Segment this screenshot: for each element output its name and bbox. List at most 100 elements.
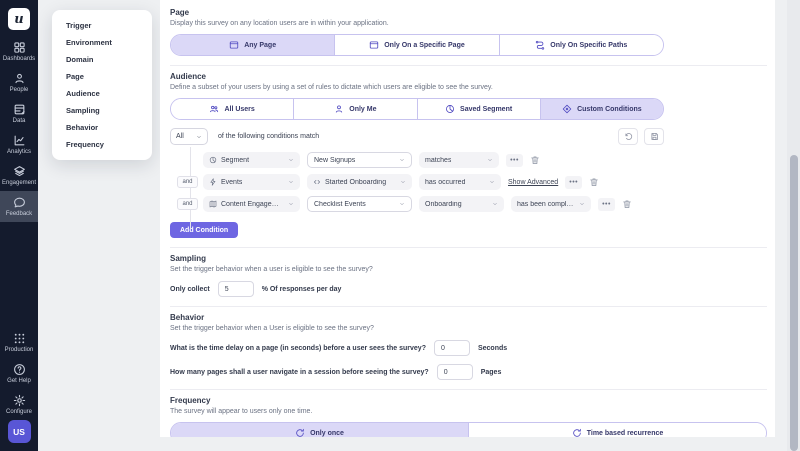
behavior-section-description: Set the trigger behavior when a User is …	[170, 325, 767, 332]
behavior-delay-input[interactable]	[434, 340, 470, 356]
undo-icon	[624, 132, 633, 141]
sidebar-item-people[interactable]: People	[0, 67, 38, 98]
condition-type-dropdown[interactable]: Content Engagement	[203, 196, 300, 212]
behavior-pages-input[interactable]	[437, 364, 473, 380]
browser-window-icon	[229, 40, 239, 50]
tab-label: All Users	[224, 106, 254, 113]
tab-any-page[interactable]: Any Page	[171, 35, 334, 55]
tab-saved-segment[interactable]: Saved Segment	[417, 99, 540, 119]
match-mode-select[interactable]: All	[170, 128, 208, 145]
analytics-chart-icon	[13, 134, 26, 147]
chevron-down-icon	[196, 134, 202, 140]
behavior-pages-unit: Pages	[481, 369, 502, 376]
delete-condition-button[interactable]	[622, 199, 632, 209]
delete-condition-button[interactable]	[530, 155, 540, 165]
sidebar-item-configure[interactable]: Configure	[0, 389, 38, 420]
menu-item-page[interactable]: Page	[52, 68, 152, 85]
condition-field-dropdown[interactable]: Checklist Events	[307, 196, 412, 212]
menu-item-frequency[interactable]: Frequency	[52, 136, 152, 153]
sidebar-item-label: Analytics	[7, 149, 31, 155]
sidebar-item-dashboards[interactable]: Dashboards	[0, 36, 38, 67]
pie-segment-icon	[445, 104, 455, 114]
more-options-button[interactable]: •••	[506, 154, 523, 167]
chevron-down-icon	[288, 179, 294, 185]
help-circle-icon	[13, 363, 26, 376]
condition-type-dropdown[interactable]: Events	[203, 174, 300, 190]
sidebar-item-label: Production	[5, 347, 34, 353]
menu-item-behavior[interactable]: Behavior	[52, 119, 152, 136]
app-logo[interactable]: u	[8, 8, 30, 30]
more-options-button[interactable]: •••	[598, 198, 615, 211]
tab-label: Only On a Specific Page	[384, 42, 465, 49]
tab-only-on-specific-page[interactable]: Only On a Specific Page	[334, 35, 498, 55]
tab-label: Time based recurrence	[587, 430, 664, 437]
sidebar-item-analytics[interactable]: Analytics	[0, 129, 38, 160]
menu-item-environment[interactable]: Environment	[52, 34, 152, 51]
sampling-percent-input[interactable]	[218, 281, 254, 297]
tab-time-based-recurrence[interactable]: Time based recurrence	[468, 423, 766, 437]
more-options-button[interactable]: •••	[565, 176, 582, 189]
tab-label: Custom Conditions	[577, 106, 642, 113]
chevron-down-icon	[489, 179, 495, 185]
tab-only-once[interactable]: Only once	[171, 423, 468, 437]
conditions-builder: All of the following conditions match	[170, 127, 664, 212]
behavior-delay-unit: Seconds	[478, 345, 507, 352]
audience-section-description: Define a subset of your users by using a…	[170, 84, 767, 91]
page-section-title: Page	[170, 8, 767, 17]
add-condition-button[interactable]: Add Condition	[170, 222, 238, 238]
scrollbar-thumb[interactable]	[790, 155, 798, 451]
menu-item-domain[interactable]: Domain	[52, 51, 152, 68]
condition-value-dropdown[interactable]: Onboarding	[419, 196, 504, 212]
condition-field-dropdown[interactable]: New Signups	[307, 152, 412, 168]
sidebar-item-data[interactable]: Data	[0, 98, 38, 129]
save-icon	[650, 132, 659, 141]
single-user-icon	[334, 104, 344, 114]
tab-only-me[interactable]: Only Me	[293, 99, 416, 119]
sampling-section: Sampling Set the trigger behavior when a…	[170, 254, 767, 297]
show-advanced-link[interactable]: Show Advanced	[508, 179, 558, 186]
and-connector-badge: and	[177, 198, 198, 210]
diamond-target-icon	[562, 104, 572, 114]
menu-item-sampling[interactable]: Sampling	[52, 102, 152, 119]
condition-type-dropdown[interactable]: Segment	[203, 152, 300, 168]
sampling-section-description: Set the trigger behavior when a user is …	[170, 266, 767, 273]
condition-operator-dropdown[interactable]: matches	[419, 152, 499, 168]
tab-label: Saved Segment	[460, 106, 512, 113]
scrollbar-track[interactable]	[787, 0, 800, 451]
survey-settings-panel: Page Display this survey on any location…	[160, 0, 775, 437]
sidebar-item-production[interactable]: Production	[0, 327, 38, 358]
app-logo-glyph: u	[14, 12, 23, 27]
condition-operator-dropdown[interactable]: has been completed	[511, 196, 591, 212]
menu-item-trigger[interactable]: Trigger	[52, 17, 152, 34]
dropdown-value: Started Onboarding	[325, 179, 386, 186]
sidebar-item-label: Engagement	[2, 180, 36, 186]
menu-item-audience[interactable]: Audience	[52, 85, 152, 102]
behavior-delay-question: What is the time delay on a page (in sec…	[170, 345, 426, 352]
save-conditions-button[interactable]	[644, 128, 664, 145]
map-book-icon	[209, 200, 217, 208]
reset-conditions-button[interactable]	[618, 128, 638, 145]
dropdown-value: Onboarding	[425, 201, 462, 208]
behavior-section-title: Behavior	[170, 313, 767, 322]
frequency-section: Frequency The survey will appear to user…	[170, 396, 767, 437]
sidebar-item-label: People	[10, 87, 29, 93]
sidebar-item-feedback[interactable]: Feedback	[0, 191, 38, 222]
sampling-row: Only collect % Of responses per day	[170, 281, 767, 297]
sidebar-item-get-help[interactable]: Get Help	[0, 358, 38, 389]
condition-field-dropdown[interactable]: Started Onboarding	[307, 174, 412, 190]
chevron-down-icon	[579, 201, 585, 207]
condition-operator-dropdown[interactable]: has occurred	[419, 174, 501, 190]
sidebar-item-engagement[interactable]: Engagement	[0, 160, 38, 191]
people-icon	[13, 72, 26, 85]
condition-row: Segment New Signups matches •••	[203, 152, 664, 168]
tab-only-on-specific-paths[interactable]: Only On Specific Paths	[499, 35, 663, 55]
tab-all-users[interactable]: All Users	[171, 99, 293, 119]
tab-custom-conditions[interactable]: Custom Conditions	[540, 99, 663, 119]
tab-label: Any Page	[244, 42, 276, 49]
delete-condition-button[interactable]	[589, 177, 599, 187]
refresh-icon	[572, 428, 582, 437]
user-avatar[interactable]: US	[8, 420, 31, 443]
chevron-down-icon	[400, 179, 406, 185]
match-rule-text: of the following conditions match	[218, 133, 319, 140]
chevron-down-icon	[288, 157, 294, 163]
